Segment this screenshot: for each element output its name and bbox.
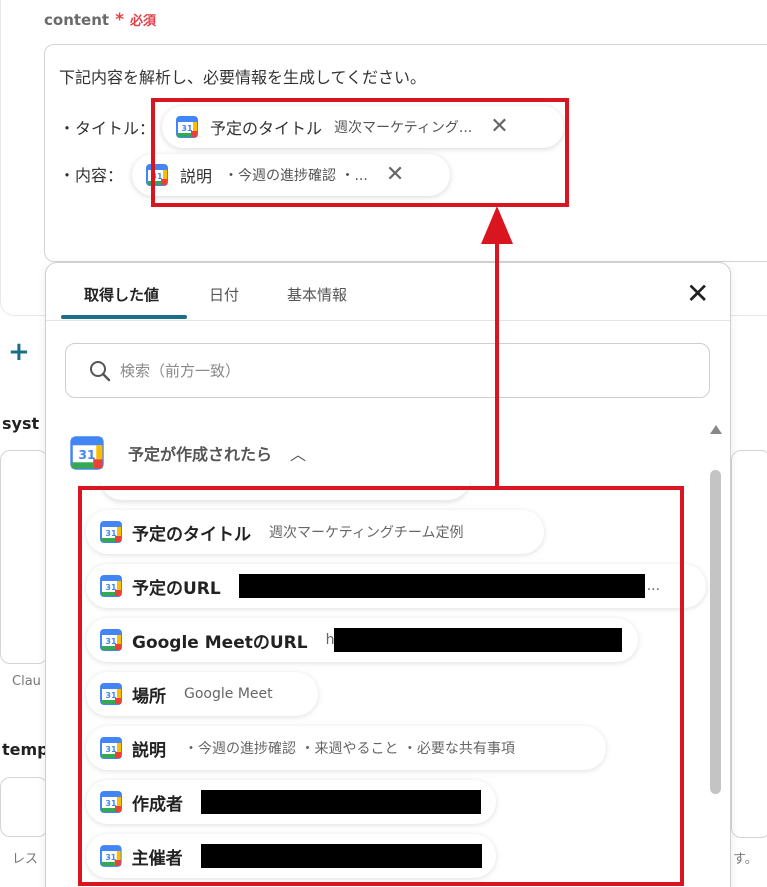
help-text-tail: す。 — [733, 852, 758, 867]
google-calendar-icon: 31 — [70, 436, 104, 470]
search-input[interactable]: 検索（前方一致） — [65, 343, 710, 398]
section-header[interactable]: 31 予定が作成されたら ︿ — [70, 436, 306, 470]
field-name: content — [44, 11, 110, 29]
temperature-input[interactable] — [0, 777, 48, 837]
annotation-box-pills — [151, 98, 569, 207]
prompt-content-label: ・内容： — [59, 166, 124, 185]
active-tab-indicator — [61, 315, 187, 319]
scroll-up-icon[interactable] — [710, 425, 722, 434]
search-icon — [90, 360, 111, 381]
search-placeholder: 検索（前方一致） — [120, 362, 241, 380]
required-star: * — [115, 10, 124, 30]
field-label: content * 必須 — [44, 10, 156, 30]
section-title: 予定が作成されたら — [128, 445, 273, 464]
system-help-text: Clau — [12, 674, 41, 689]
add-icon[interactable]: + — [8, 337, 30, 367]
tab-date[interactable]: 日付 — [209, 284, 239, 305]
right-field-box — [731, 450, 767, 838]
system-field-label: syst — [2, 414, 40, 433]
prompt-line: 下記内容を解析し、必要情報を生成してください。 — [59, 68, 427, 87]
tab-divider — [46, 320, 730, 321]
prompt-title-label: ・タイトル： — [59, 119, 156, 138]
chevron-up-icon[interactable]: ︿ — [290, 441, 306, 465]
temperature-field-label: temp — [2, 740, 49, 759]
system-textarea[interactable] — [0, 450, 48, 664]
close-icon[interactable]: ✕ — [686, 280, 709, 308]
annotation-arrow-shaft — [495, 240, 499, 486]
calendar-day-label: 31 — [78, 448, 95, 462]
scrollbar-thumb[interactable] — [710, 470, 721, 794]
required-badge: 必須 — [129, 14, 156, 29]
tab-basic-info[interactable]: 基本情報 — [287, 284, 347, 305]
annotation-arrow-head — [481, 206, 513, 244]
tab-acquired-values[interactable]: 取得した値 — [84, 284, 159, 305]
temperature-help-text: レス — [12, 852, 39, 867]
annotation-box-list — [78, 486, 684, 886]
